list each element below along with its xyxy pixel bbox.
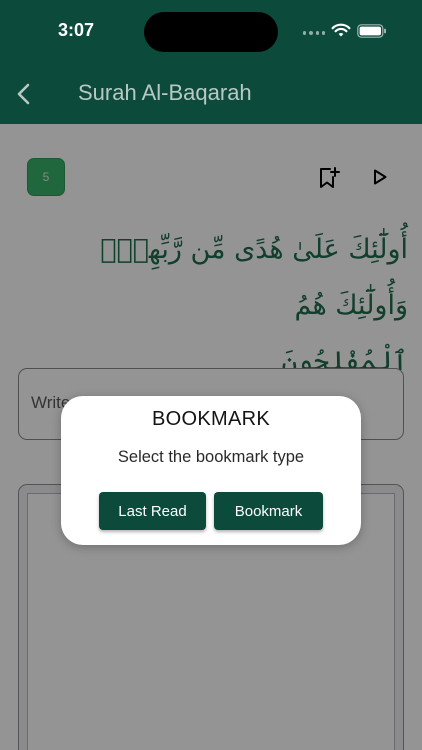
app-header: 3:07 Surah Al-Baqarah <box>0 0 422 124</box>
page-title: Surah Al-Baqarah <box>78 80 252 105</box>
cellular-signal-icon <box>303 29 325 37</box>
battery-icon <box>357 24 386 38</box>
bookmark-dialog: BOOKMARK Select the bookmark type Last R… <box>61 396 361 545</box>
wifi-icon <box>331 23 351 37</box>
last-read-button[interactable]: Last Read <box>99 492 206 530</box>
dialog-message: Select the bookmark type <box>117 448 305 466</box>
bookmark-button[interactable]: Bookmark <box>214 492 323 530</box>
status-time: 3:07 <box>58 20 95 40</box>
dialog-title: BOOKMARK <box>152 408 270 430</box>
chevron-left-icon[interactable] <box>14 82 34 106</box>
dynamic-island <box>144 12 278 52</box>
